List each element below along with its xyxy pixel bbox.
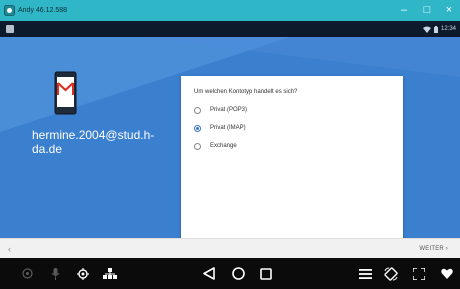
back-button[interactable]: ‹ — [8, 242, 11, 256]
minimize-button[interactable]: – — [393, 2, 415, 19]
navigation-bar — [0, 258, 460, 289]
phone-mail-icon — [54, 71, 77, 115]
account-type-dialog: Um welchen Kontotyp handelt es sich? Pri… — [181, 76, 403, 238]
radio-pop3[interactable] — [194, 106, 201, 114]
microphone-icon[interactable] — [46, 258, 64, 289]
radio-imap[interactable] — [194, 124, 201, 132]
rotate-screen-icon[interactable] — [381, 258, 401, 289]
notification-icon — [6, 25, 14, 33]
fullscreen-icon[interactable] — [409, 258, 429, 289]
setup-screen: hermine.2004@stud.h-da.de Um welchen Kon… — [0, 37, 460, 238]
option-imap[interactable]: Privat (IMAP) — [194, 122, 246, 134]
option-pop3[interactable]: Privat (POP3) — [194, 104, 247, 116]
status-time: 12:34 — [440, 26, 456, 32]
favorite-heart-icon[interactable] — [437, 258, 457, 289]
close-button[interactable]: × — [438, 2, 460, 19]
wifi-icon — [422, 26, 431, 33]
battery-icon — [433, 25, 438, 33]
app-icon — [4, 5, 15, 16]
wizard-footer: ‹ WEITER › — [0, 238, 460, 259]
network-icon[interactable] — [100, 258, 120, 289]
settings-circle-icon[interactable] — [18, 258, 36, 289]
status-bar: 12:34 — [0, 21, 460, 37]
radio-exchange[interactable] — [194, 142, 201, 150]
home-nav-icon[interactable] — [228, 258, 248, 289]
next-button[interactable]: WEITER › — [419, 244, 448, 254]
account-email: hermine.2004@stud.h-da.de — [32, 128, 155, 156]
window-titlebar: Andy 46.12.588 – □ × — [0, 0, 460, 21]
option-label: Privat (POP3) — [210, 107, 248, 113]
back-nav-icon[interactable] — [199, 258, 219, 289]
option-label: Exchange — [210, 143, 237, 149]
dialog-question: Um welchen Kontotyp handelt es sich? — [194, 89, 298, 95]
maximize-button[interactable]: □ — [416, 2, 438, 19]
location-target-icon[interactable] — [74, 258, 92, 289]
recents-nav-icon[interactable] — [256, 258, 276, 289]
window-title: Andy 46.12.588 — [18, 7, 68, 14]
option-exchange[interactable]: Exchange — [194, 140, 237, 152]
status-icons: 12:34 — [422, 24, 456, 34]
option-label: Privat (IMAP) — [210, 125, 246, 131]
menu-icon[interactable] — [355, 258, 375, 289]
